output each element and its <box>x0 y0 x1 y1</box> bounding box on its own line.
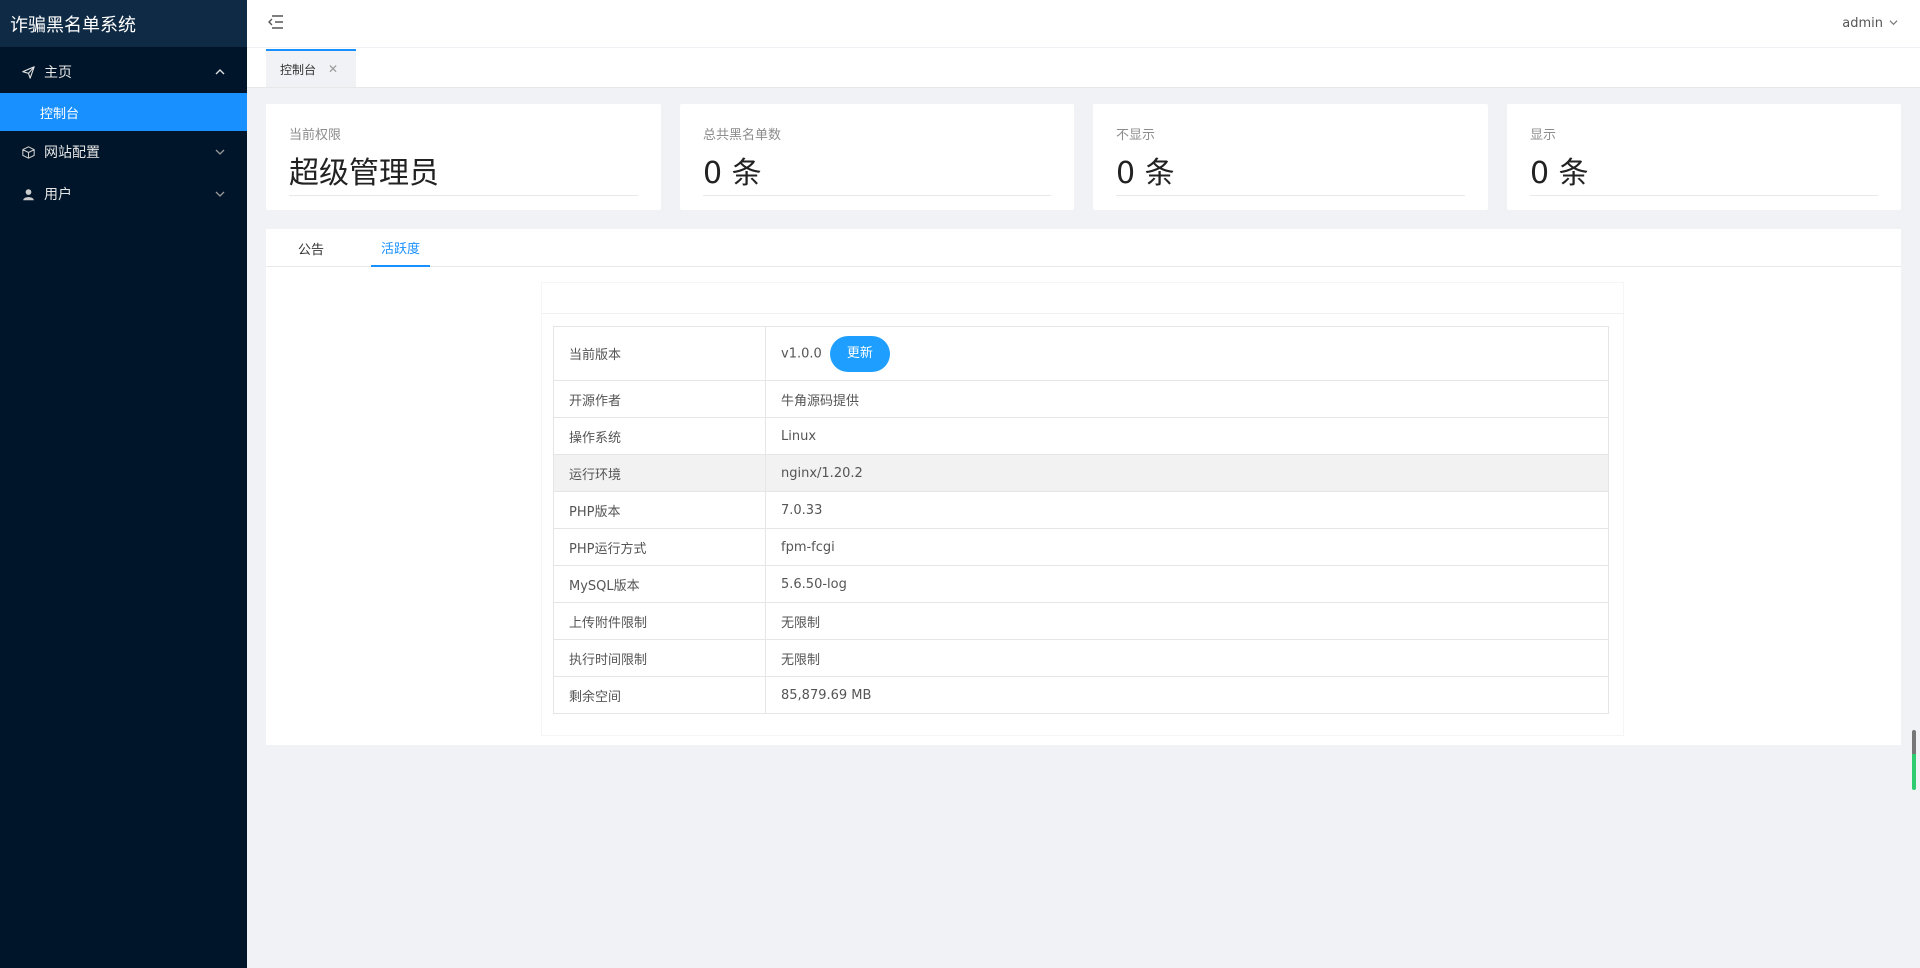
close-icon[interactable]: ✕ <box>328 62 338 76</box>
row-value: 无限制 <box>765 602 1609 640</box>
scroll-indicator[interactable] <box>1912 730 1916 790</box>
row-key: 运行环境 <box>553 454 766 492</box>
table-row: 剩余空间 85,879.69 MB <box>553 676 1609 714</box>
stat-card-hidden: 不显示 0 条 <box>1093 104 1488 210</box>
table-row: 运行环境 nginx/1.20.2 <box>553 454 1609 492</box>
row-value: Linux <box>765 417 1609 455</box>
stat-label: 当前权限 <box>289 128 342 143</box>
row-key: 当前版本 <box>553 326 766 381</box>
sidebar-item-site-config[interactable]: 网站配置 <box>0 131 247 173</box>
divider <box>1116 195 1465 196</box>
row-value: fpm-fcgi <box>765 528 1609 566</box>
sidebar-subitem-console[interactable]: 控制台 <box>0 93 247 131</box>
sidebar: 诈骗黑名单系统 主页 控制台 网站配置 用户 <box>0 0 247 968</box>
stat-value: 0 条 <box>1530 156 1589 191</box>
chevron-down-icon <box>1889 16 1898 31</box>
table-row: 操作系统 Linux <box>553 417 1609 455</box>
table-row: PHP运行方式 fpm-fcgi <box>553 528 1609 566</box>
paper-plane-icon <box>20 64 36 80</box>
chevron-down-icon <box>215 187 225 203</box>
table-row: 开源作者 牛角源码提供 <box>553 380 1609 418</box>
row-key: 剩余空间 <box>553 676 766 714</box>
info-panel: 公告 活跃度 当前版本 v1.0.0 更新 开源作者 牛角源码提供 操作系统 L… <box>266 229 1901 745</box>
stat-card-total: 总共黑名单数 0 条 <box>680 104 1074 210</box>
user-icon <box>20 186 36 202</box>
divider <box>289 195 638 196</box>
sidebar-item-label: 主页 <box>44 65 72 81</box>
divider <box>1530 195 1878 196</box>
cube-icon <box>20 144 36 160</box>
stat-value: 0 条 <box>1116 156 1175 191</box>
row-key: PHP运行方式 <box>553 528 766 566</box>
page-tabs-bar: 控制台 ✕ <box>247 48 1920 88</box>
user-menu[interactable]: admin <box>1842 16 1898 31</box>
stat-value: 0 条 <box>703 156 762 191</box>
panel-tabs: 公告 活跃度 <box>266 229 1901 267</box>
tab-console[interactable]: 控制台 ✕ <box>266 49 356 87</box>
row-value: 85,879.69 MB <box>765 676 1609 714</box>
stat-label: 总共黑名单数 <box>703 128 782 143</box>
row-value: 7.0.33 <box>765 491 1609 529</box>
row-key: 开源作者 <box>553 380 766 418</box>
divider <box>703 195 1051 196</box>
tab-activity[interactable]: 活跃度 <box>371 229 431 267</box>
stat-label: 不显示 <box>1116 128 1156 143</box>
system-info-box: 当前版本 v1.0.0 更新 开源作者 牛角源码提供 操作系统 Linux 运行… <box>541 282 1624 736</box>
stat-label: 显示 <box>1530 128 1557 143</box>
table-row: 执行时间限制 无限制 <box>553 639 1609 677</box>
row-key: 操作系统 <box>553 417 766 455</box>
version-value: v1.0.0 <box>781 346 822 361</box>
row-value: 无限制 <box>765 639 1609 677</box>
top-header: admin <box>247 0 1920 48</box>
tab-label: 控制台 <box>280 62 317 77</box>
sidebar-item-label: 网站配置 <box>44 145 100 161</box>
table-row: 当前版本 v1.0.0 更新 <box>553 326 1609 381</box>
menu-fold-icon[interactable] <box>267 14 287 34</box>
update-button[interactable]: 更新 <box>829 335 890 372</box>
row-value: nginx/1.20.2 <box>765 454 1609 492</box>
chevron-down-icon <box>215 145 225 161</box>
tab-announcement[interactable]: 公告 <box>298 229 324 267</box>
chevron-up-icon <box>215 65 225 81</box>
row-key: 执行时间限制 <box>553 639 766 677</box>
stat-value: 超级管理员 <box>289 156 439 191</box>
sidebar-item-home[interactable]: 主页 <box>0 51 247 93</box>
stat-card-permission: 当前权限 超级管理员 <box>266 104 661 210</box>
row-key: 上传附件限制 <box>553 602 766 640</box>
system-info-table: 当前版本 v1.0.0 更新 开源作者 牛角源码提供 操作系统 Linux 运行… <box>553 326 1609 714</box>
app-title: 诈骗黑名单系统 <box>0 0 247 47</box>
table-row: MySQL版本 5.6.50-log <box>553 565 1609 603</box>
row-value: 牛角源码提供 <box>765 380 1609 418</box>
row-value: 5.6.50-log <box>765 565 1609 603</box>
row-key: MySQL版本 <box>553 565 766 603</box>
table-row: 上传附件限制 无限制 <box>553 602 1609 640</box>
username: admin <box>1842 16 1883 31</box>
sidebar-item-label: 用户 <box>44 187 72 203</box>
row-key: PHP版本 <box>553 491 766 529</box>
row-value-cell: v1.0.0 更新 <box>765 326 1609 381</box>
box-header <box>542 283 1623 314</box>
sidebar-item-user[interactable]: 用户 <box>0 173 247 215</box>
stat-card-shown: 显示 0 条 <box>1507 104 1901 210</box>
table-row: PHP版本 7.0.33 <box>553 491 1609 529</box>
